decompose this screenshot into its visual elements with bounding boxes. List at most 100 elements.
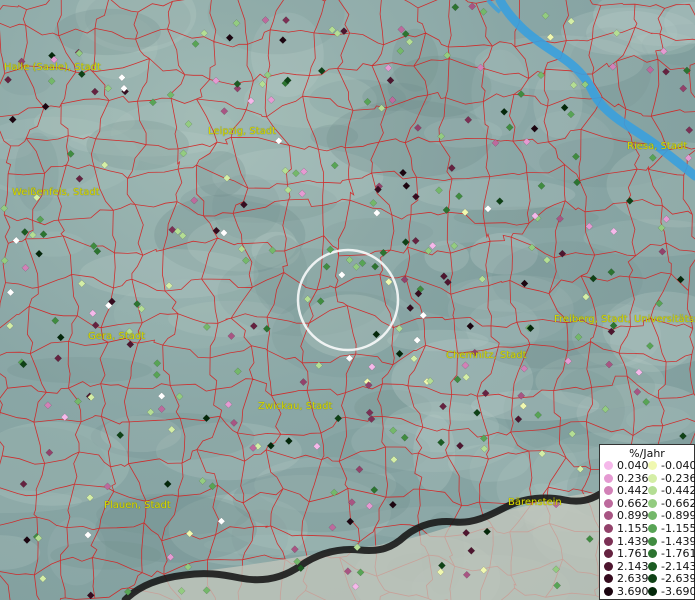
station-marker[interactable]	[347, 498, 356, 507]
station-marker[interactable]	[495, 197, 504, 206]
station-marker[interactable]	[6, 288, 15, 297]
station-marker[interactable]	[163, 480, 172, 488]
station-marker[interactable]	[625, 196, 634, 205]
station-marker[interactable]	[281, 166, 290, 175]
station-marker[interactable]	[43, 401, 52, 410]
station-marker[interactable]	[190, 196, 199, 205]
station-marker[interactable]	[340, 27, 348, 36]
station-marker[interactable]	[4, 75, 12, 84]
station-marker[interactable]	[175, 392, 184, 401]
station-marker[interactable]	[589, 274, 598, 283]
station-marker[interactable]	[411, 236, 420, 245]
station-marker[interactable]	[443, 51, 452, 60]
station-marker[interactable]	[293, 557, 302, 566]
station-marker[interactable]	[517, 90, 526, 99]
station-marker[interactable]	[177, 586, 186, 595]
station-marker[interactable]	[274, 136, 283, 145]
station-marker[interactable]	[8, 115, 17, 124]
station-marker[interactable]	[167, 425, 176, 434]
station-marker[interactable]	[541, 11, 550, 20]
station-marker[interactable]	[462, 528, 471, 537]
station-marker[interactable]	[466, 322, 475, 331]
station-marker[interactable]	[567, 17, 576, 26]
station-marker[interactable]	[322, 262, 331, 271]
station-marker[interactable]	[546, 33, 555, 42]
station-marker[interactable]	[239, 200, 248, 209]
station-marker[interactable]	[208, 482, 217, 491]
station-marker[interactable]	[571, 152, 580, 161]
station-marker[interactable]	[328, 523, 337, 532]
station-marker[interactable]	[117, 73, 126, 82]
station-marker[interactable]	[365, 408, 374, 417]
station-marker[interactable]	[679, 432, 687, 440]
station-marker[interactable]	[371, 262, 380, 271]
station-marker[interactable]	[424, 246, 433, 255]
station-marker[interactable]	[104, 84, 113, 93]
station-marker[interactable]	[406, 304, 415, 312]
station-marker[interactable]	[464, 115, 473, 124]
station-marker[interactable]	[355, 465, 364, 474]
station-marker[interactable]	[212, 226, 221, 235]
station-marker[interactable]	[395, 324, 404, 333]
station-marker[interactable]	[585, 535, 594, 543]
station-marker[interactable]	[635, 368, 643, 377]
station-marker[interactable]	[60, 413, 69, 422]
station-marker[interactable]	[103, 482, 112, 491]
station-marker[interactable]	[655, 299, 664, 308]
station-marker[interactable]	[185, 529, 194, 538]
station-marker[interactable]	[0, 256, 9, 265]
station-marker[interactable]	[491, 138, 500, 147]
station-marker[interactable]	[5, 321, 14, 330]
station-marker[interactable]	[23, 536, 31, 544]
station-marker[interactable]	[685, 126, 694, 135]
station-marker[interactable]	[505, 123, 514, 132]
station-marker[interactable]	[146, 408, 155, 417]
station-marker[interactable]	[395, 349, 404, 358]
station-marker[interactable]	[157, 405, 166, 413]
station-marker[interactable]	[290, 545, 299, 554]
station-marker[interactable]	[439, 402, 448, 411]
station-marker[interactable]	[522, 137, 531, 146]
station-marker[interactable]	[574, 333, 583, 342]
station-marker[interactable]	[384, 277, 393, 286]
station-marker[interactable]	[56, 333, 65, 342]
station-marker[interactable]	[467, 546, 476, 555]
station-marker[interactable]	[343, 567, 352, 576]
station-marker[interactable]	[527, 243, 536, 252]
station-marker[interactable]	[353, 543, 362, 552]
station-marker[interactable]	[399, 168, 407, 177]
station-marker[interactable]	[530, 124, 539, 133]
station-marker[interactable]	[202, 414, 211, 423]
station-marker[interactable]	[608, 62, 617, 71]
station-marker[interactable]	[436, 568, 445, 576]
station-marker[interactable]	[91, 321, 100, 330]
station-marker[interactable]	[179, 149, 188, 158]
station-marker[interactable]	[442, 206, 451, 214]
station-marker[interactable]	[86, 591, 95, 600]
station-marker[interactable]	[553, 581, 562, 590]
station-marker[interactable]	[292, 169, 300, 178]
station-marker[interactable]	[388, 96, 397, 105]
station-marker[interactable]	[478, 275, 487, 284]
station-marker[interactable]	[479, 566, 488, 575]
station-marker[interactable]	[184, 120, 193, 128]
station-marker[interactable]	[35, 249, 44, 258]
station-marker[interactable]	[284, 186, 293, 194]
station-marker[interactable]	[267, 95, 276, 104]
station-marker[interactable]	[437, 438, 446, 447]
station-marker[interactable]	[585, 222, 594, 231]
station-marker[interactable]	[576, 465, 585, 474]
station-marker[interactable]	[74, 397, 82, 406]
station-marker[interactable]	[473, 408, 481, 417]
station-marker[interactable]	[75, 174, 84, 183]
station-marker[interactable]	[66, 149, 75, 158]
station-marker[interactable]	[365, 502, 374, 510]
station-marker[interactable]	[566, 110, 575, 119]
station-marker[interactable]	[384, 63, 393, 72]
station-marker[interactable]	[428, 241, 437, 250]
station-marker[interactable]	[88, 309, 97, 318]
station-marker[interactable]	[330, 161, 339, 170]
station-marker[interactable]	[202, 323, 211, 331]
station-marker[interactable]	[684, 154, 693, 162]
station-marker[interactable]	[152, 370, 161, 379]
